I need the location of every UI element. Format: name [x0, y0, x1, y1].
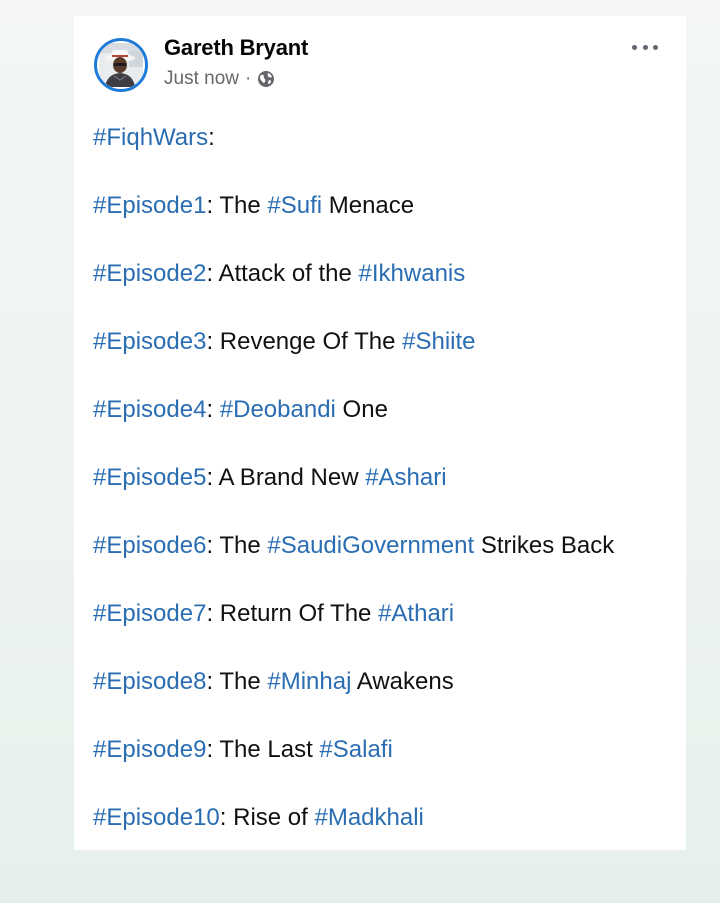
line-text: The — [213, 532, 268, 559]
profile-photo-icon — [99, 43, 143, 87]
more-options-icon[interactable] — [632, 42, 658, 52]
line-colon: : — [208, 124, 215, 151]
author-name[interactable]: Gareth Bryant — [164, 34, 308, 62]
hashtag-link[interactable]: #Sufi — [267, 192, 322, 219]
more-dot — [653, 44, 658, 50]
hashtag-link[interactable]: #Episode3 — [93, 328, 206, 355]
line-text: Awakens — [351, 668, 454, 695]
avatar[interactable] — [94, 38, 148, 92]
hashtag-link[interactable]: #Episode9 — [93, 736, 206, 763]
post-line: #Episode5: A Brand New #Ashari — [93, 464, 676, 492]
hashtag-link[interactable]: #Episode5 — [93, 464, 206, 491]
post-line: #Episode10: Rise of #Madkhali — [93, 804, 676, 832]
post-line: #Episode4: #Deobandi One — [93, 396, 676, 424]
timestamp[interactable]: Just now — [164, 68, 239, 90]
post-line: #FiqhWars: — [93, 124, 676, 152]
hashtag-link[interactable]: #Madkhali — [314, 804, 423, 831]
hashtag-link[interactable]: #SaudiGovernment — [267, 532, 474, 559]
line-text: Rise of — [226, 804, 315, 831]
line-text: One — [335, 396, 388, 423]
globe-icon[interactable] — [257, 70, 275, 88]
line-text: Revenge Of The — [213, 328, 403, 355]
hashtag-link[interactable]: #Athari — [378, 600, 454, 627]
post-line: #Episode1: The #Sufi Menace — [93, 192, 676, 220]
line-text: Attack of the — [213, 260, 359, 287]
post-line: #Episode7: Return Of The #Athari — [93, 600, 676, 628]
hashtag-link[interactable]: #Episode10 — [93, 804, 220, 831]
line-text: Menace — [322, 192, 415, 219]
hashtag-link[interactable]: #Episode7 — [93, 600, 206, 627]
hashtag-link[interactable]: #Episode2 — [93, 260, 206, 287]
line-text: A Brand New — [213, 464, 366, 491]
post-line: #Episode3: Revenge Of The #Shiite — [93, 328, 676, 356]
post-card: Gareth Bryant Just now · #FiqhWars: #Epi… — [74, 16, 686, 850]
more-dot — [632, 44, 637, 50]
post-line: #Episode8: The #Minhaj Awakens — [93, 668, 676, 696]
line-text: The — [213, 192, 268, 219]
hashtag-link[interactable]: #Episode1 — [93, 192, 206, 219]
hashtag-link[interactable]: #Shiite — [402, 328, 475, 355]
separator-dot: · — [244, 68, 252, 89]
hashtag-link[interactable]: #FiqhWars — [93, 124, 208, 151]
more-dot — [642, 44, 648, 50]
line-text — [213, 396, 220, 423]
hashtag-link[interactable]: #Episode4 — [93, 396, 206, 423]
hashtag-link[interactable]: #Episode8 — [93, 668, 206, 695]
post-meta: Gareth Bryant Just now · — [164, 34, 308, 90]
line-text: Strikes Back — [474, 532, 615, 559]
post-line: #Episode6: The #SaudiGovernment Strikes … — [93, 532, 676, 560]
line-text: The — [213, 668, 268, 695]
post-text: #FiqhWars: #Episode1: The #Sufi Menace #… — [93, 124, 676, 872]
hashtag-link[interactable]: #Deobandi — [220, 396, 336, 423]
post-header: Gareth Bryant Just now · — [94, 35, 308, 92]
hashtag-link[interactable]: #Ikhwanis — [359, 260, 466, 287]
hashtag-link[interactable]: #Salafi — [319, 736, 392, 763]
line-text: Return Of The — [213, 600, 379, 627]
hashtag-link[interactable]: #Ashari — [365, 464, 446, 491]
post-line: #Episode9: The Last #Salafi — [93, 736, 676, 764]
post-subline: Just now · — [164, 68, 308, 90]
line-text: The Last — [213, 736, 320, 763]
hashtag-link[interactable]: #Episode6 — [93, 532, 206, 559]
hashtag-link[interactable]: #Minhaj — [267, 668, 351, 695]
post-line: #Episode2: Attack of the #Ikhwanis — [93, 260, 676, 288]
